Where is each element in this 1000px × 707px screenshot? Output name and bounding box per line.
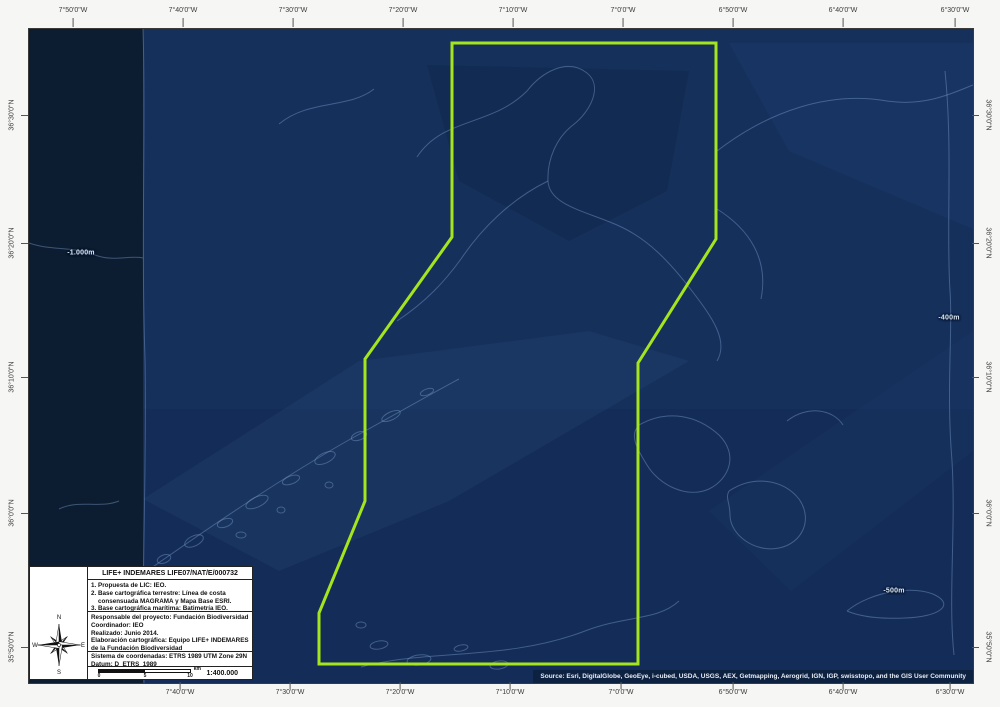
lon-label-bottom: 7°0'0"W bbox=[609, 689, 634, 696]
scale-bar-segment bbox=[98, 669, 145, 673]
lon-label-bottom: 6°50'0"W bbox=[719, 689, 748, 696]
compass-w-label: W bbox=[32, 643, 38, 649]
lon-label-bottom: 7°10'0"W bbox=[496, 689, 525, 696]
scale-tick-label: 10 bbox=[187, 673, 193, 679]
scale-bar: 0 5 10 km bbox=[98, 667, 192, 679]
compass-s-label: S bbox=[56, 670, 60, 675]
credits-block: Responsable del proyecto: Fundación Biod… bbox=[88, 612, 252, 652]
legend-text-column: LIFE+ INDEMARES LIFE07/NAT/E/000732 1. P… bbox=[88, 567, 252, 679]
project-title: LIFE+ INDEMARES LIFE07/NAT/E/000732 bbox=[88, 567, 252, 580]
lon-label-top: 7°20'0"W bbox=[389, 7, 418, 14]
lon-label-bottom: 7°20'0"W bbox=[386, 689, 415, 696]
credit-line: Responsable del proyecto: Fundación Biod… bbox=[91, 614, 249, 622]
source-list: 1. Propuesta de LIC: IEO. 2. Base cartog… bbox=[88, 580, 252, 612]
depth-label-500m: -500m bbox=[883, 588, 904, 595]
lon-label-top: 6°40'0"W bbox=[829, 7, 858, 14]
basemap-attribution: Source: Esri, DigitalGlobe, GeoEye, i-cu… bbox=[533, 670, 973, 683]
lon-label-top: 7°30'0"W bbox=[279, 7, 308, 14]
scale-tick-label: 0 bbox=[98, 673, 101, 679]
lon-label-top: 6°30'0"W bbox=[941, 7, 970, 14]
lon-label-bottom: 6°30'0"W bbox=[936, 689, 965, 696]
lon-label-top: 6°50'0"W bbox=[719, 7, 748, 14]
credit-line: Coordinador: IEO bbox=[91, 622, 249, 630]
scale-unit-label: km bbox=[194, 666, 201, 672]
lon-label-top: 7°10'0"W bbox=[499, 7, 528, 14]
compass-n-label: N bbox=[56, 615, 60, 621]
scale-bar-segment bbox=[144, 669, 191, 673]
lon-label-top: 7°50'0"W bbox=[59, 7, 88, 14]
lon-label-bottom: 7°40'0"W bbox=[166, 689, 195, 696]
scale-ratio: 1:400.000 bbox=[206, 670, 238, 677]
scale-tick-label: 5 bbox=[144, 673, 147, 679]
source-item: 3. Base cartográfica marítima: Batimetrí… bbox=[91, 605, 249, 612]
crs-block: Sistema de coordenadas: ETRS 1989 UTM Zo… bbox=[88, 652, 252, 667]
lon-label-top: 7°0'0"W bbox=[611, 7, 636, 14]
source-item: 2. Base cartográfica terrestre: Línea de… bbox=[91, 590, 249, 606]
lon-label-bottom: 6°40'0"W bbox=[829, 689, 858, 696]
scale-row: 0 5 10 km 1:400.000 bbox=[88, 667, 252, 679]
depth-label-400m: -400m bbox=[938, 315, 959, 322]
credit-line: Realizado: Junio 2014. bbox=[91, 630, 249, 638]
credit-line: Elaboración cartográfica: Equipo LIFE+ I… bbox=[91, 637, 249, 652]
map-layout-page: -1.000m -400m -500m Source: Esri, Digita… bbox=[0, 0, 1000, 707]
source-item: 1. Propuesta de LIC: IEO. bbox=[91, 582, 249, 590]
crs-line: Sistema de coordenadas: ETRS 1989 UTM Zo… bbox=[91, 653, 249, 661]
lon-label-bottom: 7°30'0"W bbox=[276, 689, 305, 696]
compass-cell: N S E W bbox=[30, 567, 88, 679]
depth-label-1000m: -1.000m bbox=[67, 250, 94, 257]
legend-box: N S E W LIFE+ INDEMARES LIFE07/NAT/E/000… bbox=[29, 566, 253, 680]
lon-label-top: 7°40'0"W bbox=[169, 7, 198, 14]
compass-e-label: E bbox=[80, 643, 84, 649]
compass-rose-icon: N S E W bbox=[32, 611, 86, 675]
